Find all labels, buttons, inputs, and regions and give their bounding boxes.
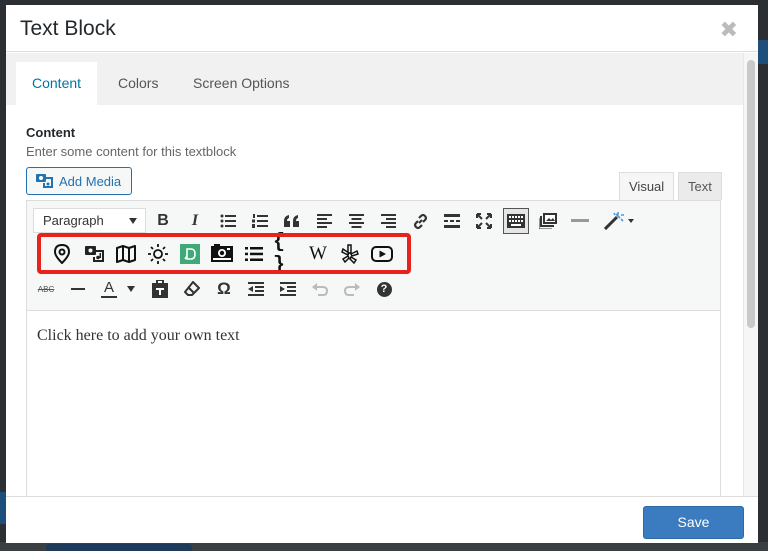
text-mode-tab[interactable]: Text	[678, 172, 722, 200]
modal-footer: Save	[6, 496, 758, 543]
redo-icon	[344, 283, 360, 296]
chevron-down-icon	[129, 218, 137, 224]
scrollbar-thumb[interactable]	[747, 60, 755, 328]
special-character-button[interactable]: Ω	[211, 276, 237, 302]
clear-format-icon	[184, 281, 200, 296]
outdent-button[interactable]	[243, 276, 269, 302]
text-color-icon: A	[101, 278, 117, 298]
background-button	[46, 544, 192, 551]
horizontal-line-icon	[71, 287, 85, 290]
help-icon: ?	[376, 281, 392, 297]
visual-mode-tab[interactable]: Visual	[619, 172, 675, 200]
numbered-list-button[interactable]	[247, 208, 273, 234]
modal-scrollbar[interactable]	[743, 53, 758, 496]
indent-icon	[280, 281, 296, 296]
bullet-list-icon	[220, 214, 236, 228]
gallery-button[interactable]	[535, 208, 561, 234]
add-media-button[interactable]: Add Media	[26, 167, 132, 195]
align-center-icon	[348, 214, 364, 228]
toolbar-toggle-icon	[507, 214, 525, 228]
strikethrough-button[interactable]: ABC	[33, 276, 59, 302]
rich-text-editor: Paragraph B I {} W ABC A Ω ? Click here…	[26, 200, 721, 496]
bold-button[interactable]: B	[150, 208, 176, 234]
tab-screen-options[interactable]: Screen Options	[177, 62, 306, 105]
chevron-down-icon	[127, 286, 135, 292]
bullet-list-button[interactable]	[215, 208, 241, 234]
tab-content[interactable]: Content	[16, 62, 98, 105]
bold-icon: B	[157, 212, 169, 229]
format-select[interactable]: Paragraph	[33, 208, 146, 233]
magic-wand-dropdown[interactable]	[599, 208, 639, 234]
text-block-modal: Text Block ✖ Content Colors Screen Optio…	[6, 5, 758, 543]
modal-header: Text Block ✖	[6, 5, 758, 52]
background-accent	[758, 40, 768, 64]
modal-body: Content Colors Screen Options Content En…	[6, 53, 743, 496]
fullscreen-button[interactable]	[471, 208, 497, 234]
link-icon	[413, 213, 427, 229]
numbered-list-icon	[252, 214, 268, 228]
outdent-icon	[248, 281, 264, 296]
content-description: Enter some content for this textblock	[26, 144, 237, 159]
horizontal-rule-button[interactable]	[567, 208, 593, 234]
align-right-button[interactable]	[375, 208, 401, 234]
gallery-icon	[539, 213, 557, 229]
indent-button[interactable]	[275, 276, 301, 302]
plugin-icons-highlight	[37, 233, 411, 274]
text-color-dropdown[interactable]: A	[97, 276, 139, 302]
align-left-icon	[316, 214, 332, 228]
strikethrough-icon: ABC	[37, 284, 55, 294]
media-icon	[35, 173, 53, 189]
magic-wand-icon	[604, 212, 634, 230]
paste-text-button[interactable]	[147, 276, 173, 302]
editor-placeholder-text: Click here to add your own text	[37, 327, 240, 344]
fullscreen-icon	[476, 213, 492, 229]
text-color-swatch	[101, 295, 117, 298]
italic-button[interactable]: I	[182, 208, 208, 234]
clear-format-button[interactable]	[179, 276, 205, 302]
editor-content-area[interactable]: Click here to add your own text	[27, 311, 720, 496]
content-label: Content	[26, 125, 76, 140]
undo-button[interactable]	[307, 276, 333, 302]
read-more-button[interactable]	[439, 208, 465, 234]
close-button[interactable]: ✖	[720, 17, 738, 43]
add-media-label: Add Media	[59, 173, 122, 189]
format-select-value: Paragraph	[43, 213, 104, 228]
read-more-icon	[444, 214, 460, 228]
help-button[interactable]: ?	[371, 276, 397, 302]
save-button[interactable]: Save	[643, 506, 744, 539]
toolbar-toggle-button[interactable]	[503, 208, 529, 234]
tab-bar: Content Colors Screen Options	[6, 53, 743, 105]
align-right-icon	[380, 214, 396, 228]
horizontal-line-button[interactable]	[65, 276, 91, 302]
align-left-button[interactable]	[311, 208, 337, 234]
horizontal-rule-icon	[571, 219, 589, 222]
redo-button[interactable]	[339, 276, 365, 302]
help-glyph: ?	[380, 283, 388, 295]
editor-toolbar: Paragraph B I {} W ABC A Ω ?	[27, 201, 720, 311]
undo-icon	[312, 283, 328, 296]
text-color-glyph: A	[103, 278, 114, 296]
link-button[interactable]	[407, 208, 433, 234]
paste-text-icon	[152, 280, 168, 298]
omega-icon: Ω	[217, 279, 231, 298]
italic-icon: I	[191, 212, 199, 229]
align-center-button[interactable]	[343, 208, 369, 234]
tab-colors[interactable]: Colors	[102, 62, 174, 105]
modal-title: Text Block	[20, 17, 116, 40]
blockquote-icon	[284, 215, 299, 227]
